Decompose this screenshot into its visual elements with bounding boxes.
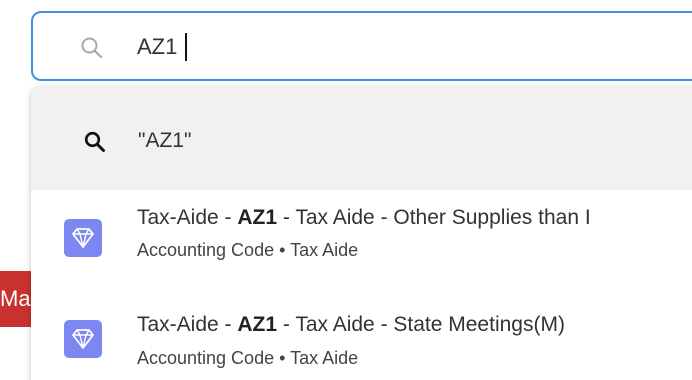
- search-input[interactable]: [137, 27, 657, 67]
- result-subtitle: Accounting Code • Tax Aide: [137, 348, 359, 368]
- query-suggestion-text: "AZ1": [138, 129, 192, 152]
- diamond-icon: [64, 320, 102, 358]
- search-suggestions-dropdown: "AZ1" Tax-Aide - AZ1 - Tax Aide - Other …: [31, 86, 692, 380]
- search-result-item[interactable]: Tax-Aide - AZ1 - Tax Aide - Other Suppli…: [31, 190, 692, 286]
- search-icon: [83, 130, 107, 154]
- search-icon: [79, 35, 105, 61]
- background-tab-label: Ma: [0, 286, 31, 311]
- result-title: Tax-Aide - AZ1 - Tax Aide - Other Suppli…: [137, 206, 591, 229]
- stage: Ma "AZ1": [0, 0, 692, 380]
- result-title-match: AZ1: [237, 313, 278, 336]
- result-subtitle: Accounting Code • Tax Aide: [137, 240, 359, 260]
- search-query-suggestion[interactable]: "AZ1": [31, 86, 692, 190]
- search-result-item[interactable]: Tax-Aide - AZ1 - Tax Aide - State Meetin…: [31, 286, 692, 380]
- result-title-match: AZ1: [237, 206, 278, 229]
- diamond-icon: [64, 219, 102, 257]
- search-box[interactable]: [31, 11, 692, 81]
- result-title: Tax-Aide - AZ1 - Tax Aide - State Meetin…: [137, 313, 565, 336]
- text-cursor: [185, 33, 187, 61]
